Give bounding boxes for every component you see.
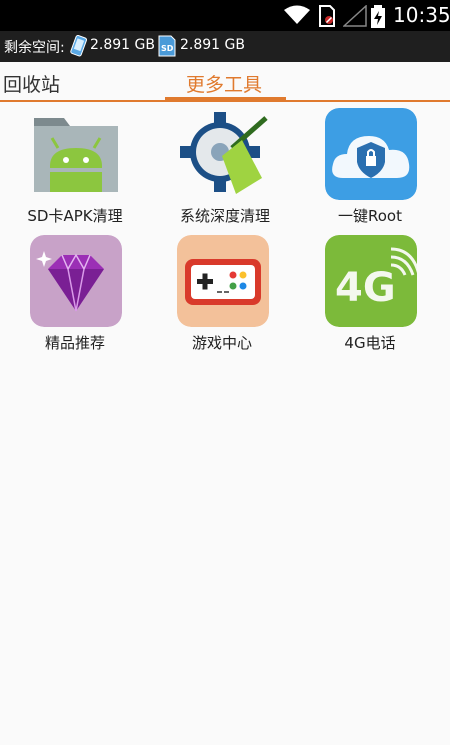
signal-icon — [343, 5, 367, 27]
tool-game-center[interactable]: 游戏中心 — [147, 235, 297, 363]
4g-icon: 4G — [325, 235, 417, 327]
tool-label: 一键Root — [338, 207, 402, 225]
gear-broom-icon — [180, 112, 268, 194]
tool-label: 系统深度清理 — [179, 207, 270, 225]
tool-sd-apk-clean[interactable]: SD卡APK清理 — [0, 108, 150, 236]
svg-text:4G: 4G — [335, 265, 396, 311]
phone-storage-icon — [70, 35, 87, 57]
tab-divider — [0, 100, 450, 102]
sd-card-icon — [319, 5, 335, 27]
android-folder-icon — [34, 118, 118, 192]
gamepad-icon — [177, 235, 269, 327]
svg-text:SD: SD — [161, 44, 174, 53]
tab-recycle-bin[interactable]: 回收站 — [3, 70, 60, 97]
storage-bar: 剩余空间: 2.891 GB SD 2.891 GB — [0, 31, 450, 62]
tool-4g-phone[interactable]: 4G 4G电话 — [295, 235, 445, 363]
diamond-icon — [30, 235, 122, 327]
status-bar: 10:35 — [0, 0, 450, 31]
cloud-lock-icon — [325, 108, 417, 200]
tool-label: 4G电话 — [344, 334, 396, 352]
wifi-icon — [284, 5, 310, 24]
tool-label: 游戏中心 — [191, 334, 252, 352]
tab-more-tools[interactable]: 更多工具 — [186, 70, 262, 97]
tool-label: SD卡APK清理 — [27, 207, 123, 225]
tab-bar: 回收站 更多工具 — [0, 62, 450, 102]
sd-storage-value: 2.891 GB — [180, 37, 245, 53]
battery-charging-icon — [371, 5, 385, 28]
status-time: 10:35 — [393, 3, 450, 27]
sd-storage-icon: SD — [158, 35, 176, 57]
tool-system-deep-clean[interactable]: 系统深度清理 — [150, 108, 300, 236]
tool-one-click-root[interactable]: 一键Root — [295, 108, 445, 236]
tool-featured-picks[interactable]: 精品推荐 — [0, 235, 150, 363]
phone-storage-value: 2.891 GB — [90, 37, 155, 53]
tool-label: 精品推荐 — [44, 334, 105, 352]
storage-label: 剩余空间: — [4, 40, 65, 56]
